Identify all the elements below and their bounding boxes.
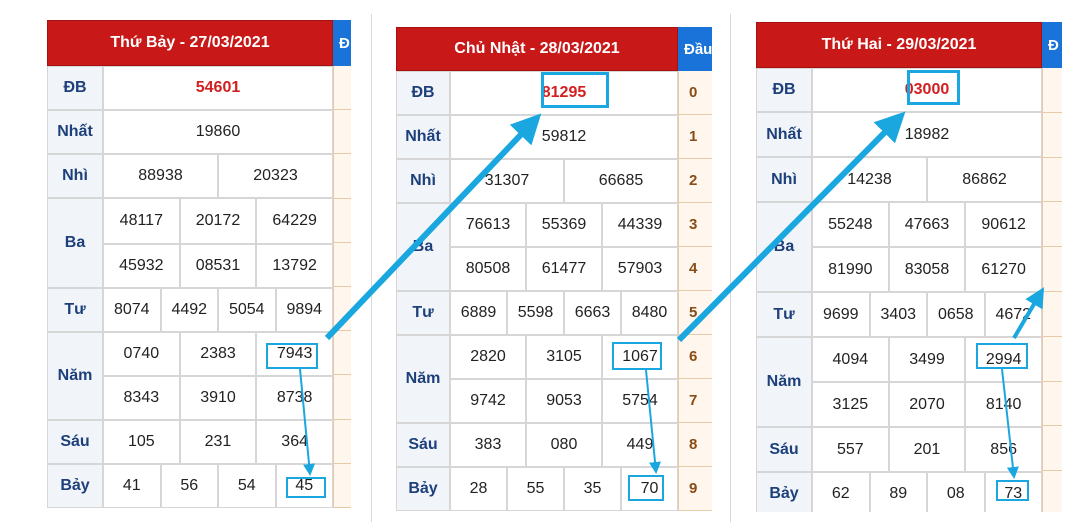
arrow-2703-to-2803 bbox=[324, 113, 542, 341]
arrow-nam-bay-2903 bbox=[1001, 368, 1019, 479]
arrow-nam-bay-2803 bbox=[645, 369, 661, 474]
arrow-2803-to-2903 bbox=[676, 111, 906, 343]
arrow-nam-bay-2703 bbox=[299, 368, 316, 476]
arrows-overlay bbox=[299, 111, 1045, 479]
arrow-2903-up bbox=[1012, 287, 1045, 340]
